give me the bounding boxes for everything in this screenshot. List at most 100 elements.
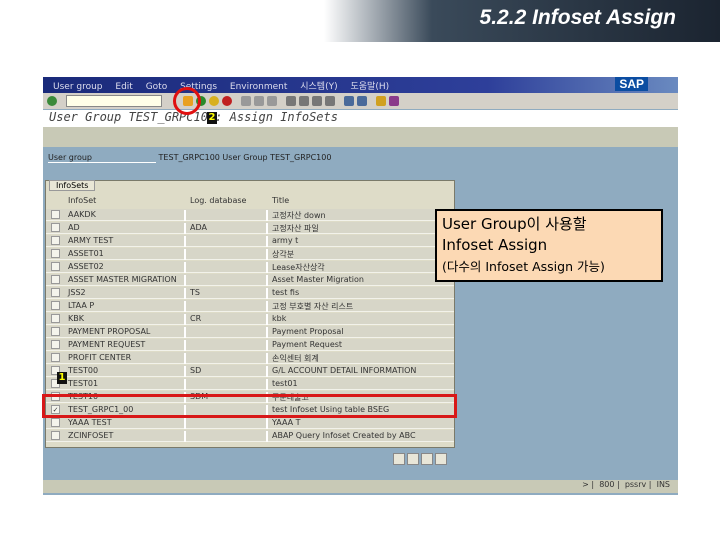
row-checkbox[interactable] [51, 236, 60, 245]
table-row[interactable]: PROFIT CENTER 손익센터 회계 [46, 352, 454, 364]
cell-title: G/L ACCOUNT DETAIL INFORMATION [272, 366, 417, 375]
cell-log-database [190, 301, 268, 312]
cell-infoset: ASSET MASTER MIGRATION [68, 275, 186, 286]
step-marker-1: 1 [57, 372, 67, 384]
callout-line3: (다수의 Infoset Assign 가능) [442, 259, 605, 274]
prev-page-icon[interactable] [299, 96, 309, 106]
scroll-last-icon[interactable] [435, 453, 447, 465]
table-row[interactable]: YAAA TEST YAAA T [46, 417, 454, 429]
table-row[interactable]: PAYMENT REQUEST Payment Request [46, 339, 454, 351]
col-infoset[interactable]: InfoSet [68, 196, 186, 207]
cell-log-database [190, 431, 268, 442]
table-row[interactable]: ASSET MASTER MIGRATION Asset Master Migr… [46, 274, 454, 286]
menu-goto[interactable]: Goto [146, 82, 168, 92]
status-bar: > | 800 | pssrv | INS [43, 480, 678, 493]
enter-icon[interactable] [47, 96, 57, 106]
row-checkbox[interactable] [51, 353, 60, 362]
cell-title: test01 [272, 379, 298, 388]
annotation-callout: User Group이 사용할 Infoset Assign (다수의 Info… [435, 209, 663, 282]
cancel-icon[interactable] [222, 96, 232, 106]
row-checkbox[interactable] [51, 249, 60, 258]
user-group-row: User group TEST_GRPC100 User Group TEST_… [48, 153, 331, 163]
cell-title: Asset Master Migration [272, 275, 364, 284]
menu-environment[interactable]: Environment [230, 82, 287, 92]
first-page-icon[interactable] [286, 96, 296, 106]
table-row[interactable]: ASSET02 Lease자산상각 [46, 261, 454, 273]
row-checkbox[interactable] [51, 223, 60, 232]
cell-log-database [190, 210, 268, 221]
cell-infoset: TEST00 [68, 366, 186, 377]
print-icon[interactable] [241, 96, 251, 106]
table-row[interactable]: ARMY TEST army t [46, 235, 454, 247]
cell-log-database [190, 379, 268, 390]
cell-infoset: KBK [68, 314, 186, 325]
scroll-prev-icon[interactable] [407, 453, 419, 465]
menu-edit[interactable]: Edit [115, 82, 132, 92]
cell-log-database [190, 236, 268, 247]
cell-infoset: PAYMENT REQUEST [68, 340, 186, 351]
menu-user-group[interactable]: User group [53, 82, 103, 92]
scroll-first-icon[interactable] [393, 453, 405, 465]
cell-title: 고정 부호별 자산 리스트 [272, 302, 354, 311]
slide-title: 5.2.2 Infoset Assign [479, 6, 676, 29]
cell-log-database: SD [190, 366, 268, 377]
table-row[interactable]: AAKDK 고정자산 down [46, 209, 454, 221]
scroll-buttons [393, 453, 447, 465]
cell-title: 손익센터 회계 [272, 354, 319, 363]
tab-infosets[interactable]: InfoSets [49, 180, 96, 191]
table-row[interactable]: KBK CR kbk [46, 313, 454, 325]
cell-infoset: ASSET01 [68, 249, 186, 260]
table-row[interactable]: ZCINFOSET ABAP Query Infoset Created by … [46, 430, 454, 442]
shortcut-icon[interactable] [357, 96, 367, 106]
row-checkbox[interactable] [51, 288, 60, 297]
last-page-icon[interactable] [325, 96, 335, 106]
cell-log-database [190, 275, 268, 286]
row-checkbox[interactable] [51, 327, 60, 336]
row-checkbox[interactable] [51, 418, 60, 427]
table-row[interactable]: AD ADA 고정자산 파일 [46, 222, 454, 234]
help-icon[interactable] [376, 96, 386, 106]
layout-icon[interactable] [389, 96, 399, 106]
scroll-next-icon[interactable] [421, 453, 433, 465]
row-checkbox[interactable] [51, 301, 60, 310]
find-next-icon[interactable] [267, 96, 277, 106]
cell-infoset: PAYMENT PROPOSAL [68, 327, 186, 338]
command-field[interactable] [66, 95, 162, 107]
new-session-icon[interactable] [344, 96, 354, 106]
cell-infoset: ARMY TEST [68, 236, 186, 247]
menu-bar: User group Edit Goto Settings Environmen… [43, 77, 678, 93]
table-row[interactable]: ASSET01 상각분 [46, 248, 454, 260]
status-mode: INS [656, 480, 670, 489]
row-checkbox[interactable] [51, 431, 60, 440]
cell-title: Payment Proposal [272, 327, 344, 336]
sap-logo: SAP [615, 77, 648, 91]
status-toggle[interactable]: > [582, 480, 589, 489]
table-row[interactable]: LTAA P 고정 부호별 자산 리스트 [46, 300, 454, 312]
cell-title: 고정자산 파일 [272, 224, 319, 233]
application-toolbar [43, 127, 678, 147]
table-row[interactable]: TEST00 SD G/L ACCOUNT DETAIL INFORMATION [46, 365, 454, 377]
find-icon[interactable] [254, 96, 264, 106]
col-title[interactable]: Title [272, 196, 289, 205]
slide-header: 5.2.2 Infoset Assign [0, 0, 720, 42]
cell-title: army t [272, 236, 299, 245]
table-row[interactable]: PAYMENT PROPOSAL Payment Proposal [46, 326, 454, 338]
cell-log-database [190, 353, 268, 364]
sap-window: User group Edit Goto Settings Environmen… [43, 77, 678, 495]
step-marker-2: 2 [207, 112, 217, 124]
row-checkbox[interactable] [51, 275, 60, 284]
cell-infoset: AAKDK [68, 210, 186, 221]
cell-infoset: AD [68, 223, 186, 234]
row-checkbox[interactable] [51, 262, 60, 271]
menu-system[interactable]: 시스템(Y) [300, 82, 337, 92]
next-page-icon[interactable] [312, 96, 322, 106]
menu-help[interactable]: 도움말(H) [350, 82, 389, 92]
exit-icon[interactable] [209, 96, 219, 106]
row-checkbox[interactable] [51, 340, 60, 349]
row-checkbox[interactable] [51, 314, 60, 323]
table-row[interactable]: TEST01 test01 [46, 378, 454, 390]
col-log-database[interactable]: Log. database [190, 196, 268, 207]
table-row[interactable]: JSS2 TS test fis [46, 287, 454, 299]
row-checkbox[interactable] [51, 210, 60, 219]
cell-log-database: CR [190, 314, 268, 325]
